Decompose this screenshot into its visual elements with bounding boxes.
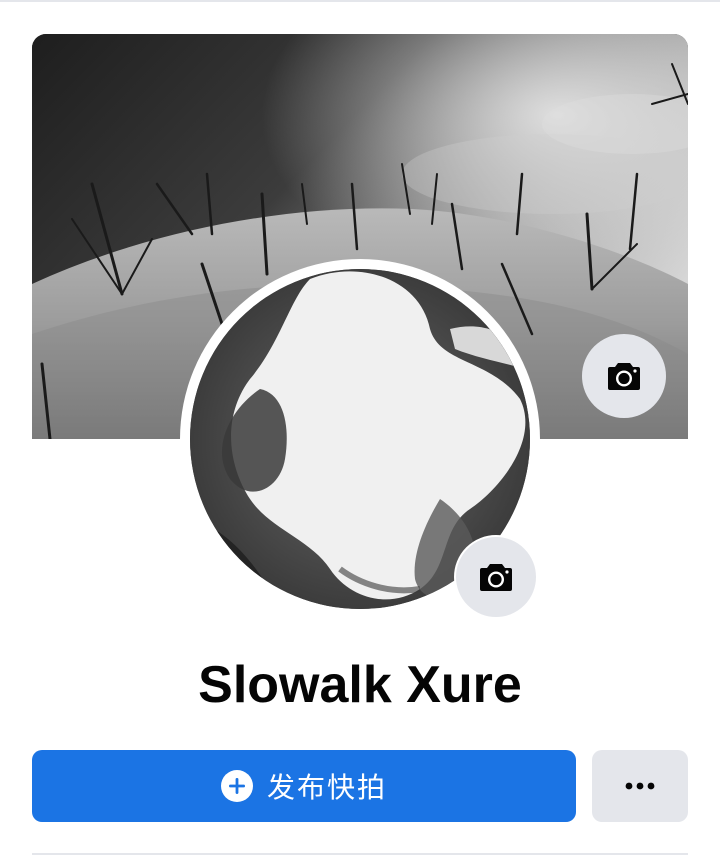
more-options-button[interactable]: [592, 750, 688, 822]
section-divider: [32, 853, 688, 855]
edit-cover-photo-button[interactable]: [582, 334, 666, 418]
camera-icon: [480, 564, 512, 591]
more-horizontal-icon: [625, 782, 655, 790]
top-divider: [0, 0, 720, 2]
plus-circle-icon: [220, 770, 253, 802]
add-to-story-label: 发布快拍: [266, 771, 387, 804]
edit-profile-picture-button[interactable]: [454, 535, 538, 619]
add-to-story-button[interactable]: 发布快拍: [32, 750, 576, 822]
camera-icon: [608, 363, 640, 390]
profile-name: Slowalk Xure: [198, 656, 522, 714]
